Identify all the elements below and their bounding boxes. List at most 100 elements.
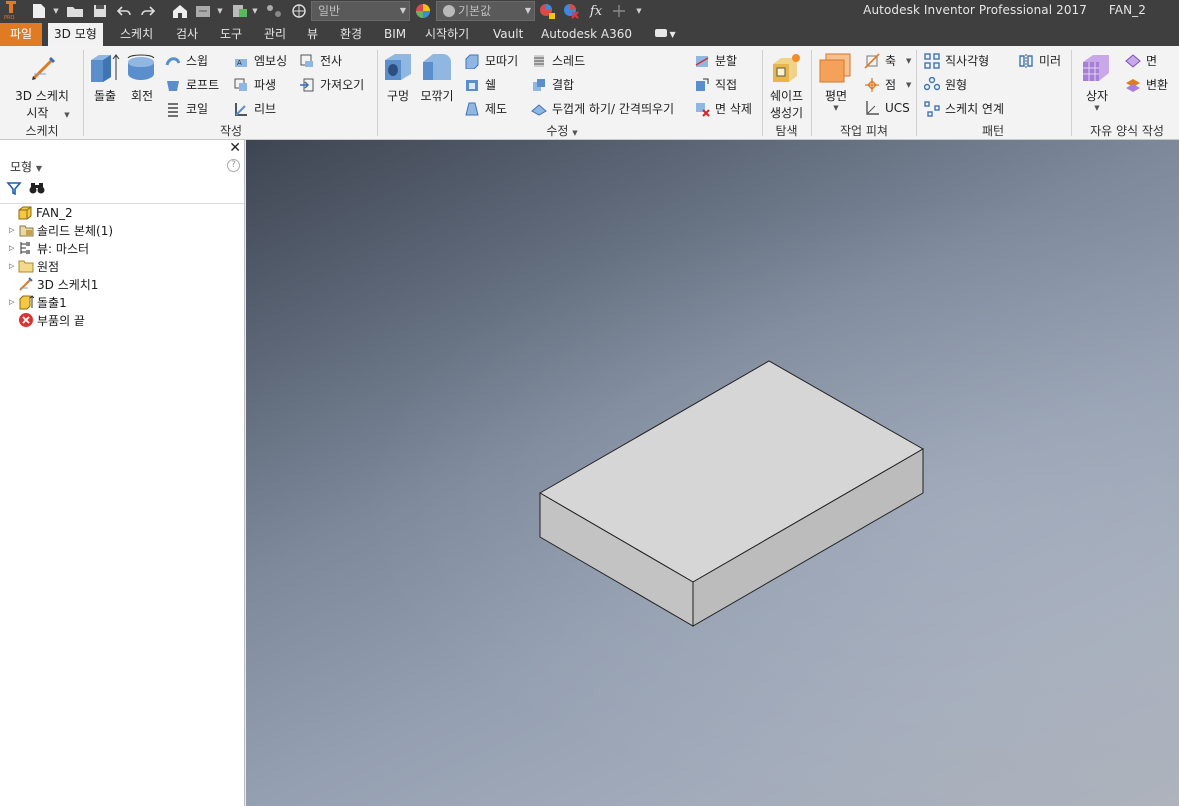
split-button[interactable]: 분할 (694, 52, 737, 69)
plane-button[interactable]: 평면 ▼ (818, 87, 854, 112)
tab-sketch[interactable]: 스케치 (114, 23, 159, 46)
tab-3d-model[interactable]: 3D 모형 (48, 23, 103, 46)
open-icon[interactable] (66, 2, 84, 20)
draft-button[interactable]: 제도 (464, 100, 507, 117)
sketch3d-icon-large[interactable] (30, 54, 58, 82)
shape-generator-button[interactable]: 쉐이프 생성기 (764, 87, 809, 121)
home-icon[interactable] (171, 2, 189, 20)
group-label-modify[interactable]: 수정 ▼ (532, 122, 592, 139)
start-3d-sketch-button[interactable]: 3D 스케치 시작 ▼ (12, 87, 72, 121)
import-button[interactable]: 가져오기 (299, 76, 364, 93)
return-dropdown-arrow[interactable]: ▼ (216, 2, 224, 20)
redo-icon[interactable] (140, 2, 156, 20)
color-wheel-icon[interactable] (414, 2, 432, 20)
tab-tools[interactable]: 도구 (214, 23, 248, 46)
freeform-box-icon[interactable] (1080, 52, 1112, 84)
axis-button[interactable]: 축 ▼ (864, 52, 911, 69)
shell-button[interactable]: 쉘 (464, 76, 496, 93)
combine-button[interactable]: 결합 (531, 76, 574, 93)
fillet-button[interactable]: 모깎기 (418, 87, 456, 104)
tab-manage[interactable]: 관리 (258, 23, 292, 46)
select-dropdown-arrow[interactable]: ▼ (251, 2, 259, 20)
adjust-appearance-icon[interactable] (538, 2, 556, 20)
sweep-button[interactable]: 스윕 (165, 52, 208, 69)
clear-appearance-icon[interactable] (562, 2, 580, 20)
tree-node-extrusion[interactable]: ▷ 돌출1 (0, 293, 67, 311)
direct-edit-button[interactable]: 직접 (694, 76, 737, 93)
hole-button[interactable]: 구멍 (383, 87, 413, 104)
emboss-button[interactable]: A 엠보싱 (233, 52, 287, 69)
tab-inspect[interactable]: 검사 (170, 23, 204, 46)
tab-environments[interactable]: 환경 (334, 23, 368, 46)
ribbon-display-toggle[interactable]: ▼ (649, 23, 682, 46)
undo-icon[interactable] (116, 2, 132, 20)
point-button[interactable]: 점 ▼ (864, 76, 911, 93)
freeform-face-button[interactable]: 면 (1125, 52, 1157, 69)
appearance-combo[interactable]: 일반 ▼ (311, 1, 410, 21)
customize-qat-arrow[interactable]: ▼ (634, 2, 644, 20)
new-icon[interactable] (30, 2, 48, 20)
rectangular-pattern-button[interactable]: 직사각형 (924, 52, 989, 69)
fillet-icon[interactable] (421, 52, 453, 84)
tab-autodesk-a360[interactable]: Autodesk A360 (535, 23, 638, 46)
tab-bim[interactable]: BIM (378, 23, 412, 46)
browser-header-menu[interactable]: 모형 ▼ (10, 158, 42, 175)
select-icon[interactable] (231, 2, 249, 20)
sketch-dropdown-arrow[interactable]: ▼ (64, 111, 69, 119)
extrude-icon[interactable] (88, 52, 120, 84)
thicken-offset-button[interactable]: 두껍게 하기/ 간격띄우기 (531, 100, 674, 117)
tree-node-end-of-part[interactable]: 부품의 끝 (0, 311, 85, 329)
combine-label: 결합 (552, 78, 575, 92)
decal-label: 전사 (320, 54, 343, 68)
browser-header-dropdown-icon: ▼ (35, 164, 43, 173)
filter-icon[interactable] (6, 180, 22, 196)
decal-button[interactable]: 전사 (299, 52, 342, 69)
extrude-button[interactable]: 돌출 (89, 87, 121, 104)
help-icon[interactable]: ? (227, 159, 240, 172)
expand-arrow-icon[interactable]: ▷ (9, 244, 18, 252)
web-globe-icon[interactable] (290, 2, 308, 20)
freeform-convert-button[interactable]: 변환 (1125, 76, 1168, 93)
tab-vault[interactable]: Vault (487, 23, 529, 46)
freeform-box-button[interactable]: 상자 ▼ (1080, 87, 1114, 112)
return-icon[interactable] (194, 2, 212, 20)
ucs-button[interactable]: UCS (864, 100, 910, 116)
fx-parameters-icon[interactable]: fx (587, 2, 605, 20)
mirror-icon (1019, 53, 1033, 68)
tab-view[interactable]: 뷰 (301, 23, 324, 46)
hole-icon[interactable] (383, 52, 413, 84)
mirror-button[interactable]: 미러 (1018, 52, 1061, 69)
expand-arrow-icon[interactable]: ▷ (9, 262, 18, 270)
sketch-driven-pattern-button[interactable]: 스케치 연계 (924, 100, 1004, 117)
expand-arrow-icon[interactable]: ▷ (9, 298, 18, 306)
tree-node-3d-sketch[interactable]: 3D 스케치1 (0, 275, 98, 293)
measure-icon[interactable] (265, 2, 283, 20)
circular-pattern-button[interactable]: 원형 (924, 76, 967, 93)
rib-button[interactable]: 리브 (233, 100, 276, 117)
graphics-viewport[interactable] (246, 140, 1179, 806)
thread-button[interactable]: 스레드 (531, 52, 585, 69)
new-dropdown-arrow[interactable]: ▼ (52, 2, 60, 20)
expand-arrow-icon[interactable]: ▷ (9, 226, 18, 234)
tab-file[interactable]: 파일 (0, 23, 42, 46)
material-combo[interactable]: 기본값 ▼ (436, 1, 535, 21)
plane-icon[interactable] (818, 52, 852, 84)
tree-node-part[interactable]: FAN_2 (5, 204, 73, 222)
tree-node-view-rep[interactable]: ▷ 뷰: 마스터 (0, 239, 89, 257)
browser-close-icon[interactable]: ✕ (229, 140, 241, 156)
loft-button[interactable]: 로프트 (165, 76, 219, 93)
plus-icon[interactable] (611, 2, 627, 20)
derive-button[interactable]: 파생 (233, 76, 276, 93)
revolve-icon[interactable] (125, 52, 157, 84)
shape-generator-icon[interactable] (770, 52, 802, 84)
tree-node-origin[interactable]: ▷ 원점 (0, 257, 59, 275)
tree-node-solid-bodies[interactable]: ▷ 솔리드 본체(1) (0, 221, 113, 239)
tab-get-started[interactable]: 시작하기 (419, 23, 475, 46)
inventor-app-icon[interactable]: PRO (3, 1, 19, 20)
save-icon[interactable] (92, 2, 108, 20)
chamfer-button[interactable]: 모따기 (464, 52, 518, 69)
revolve-button[interactable]: 회전 (126, 87, 158, 104)
delete-face-button[interactable]: 면 삭제 (694, 100, 752, 117)
coil-button[interactable]: 코일 (165, 100, 208, 117)
find-binoculars-icon[interactable] (28, 180, 46, 196)
